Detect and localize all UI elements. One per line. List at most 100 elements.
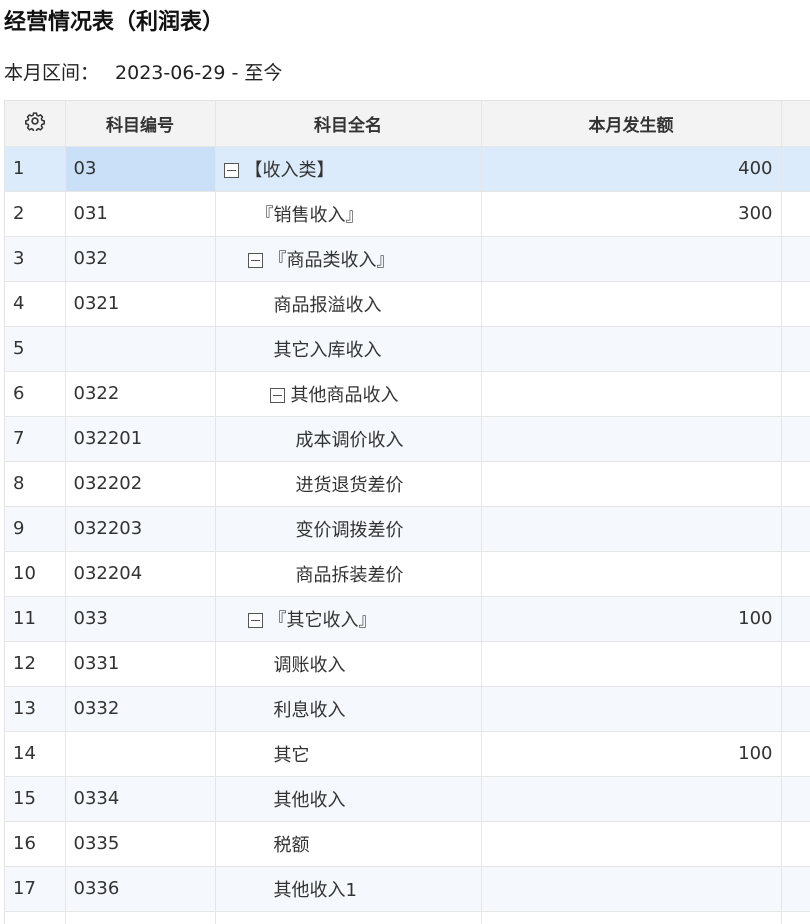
account-name-cell[interactable]: 『其它收入』 [215,596,482,642]
extra-cell[interactable] [781,416,810,462]
extra-cell[interactable] [781,551,810,597]
extra-cell[interactable] [781,371,810,417]
extra-cell[interactable] [781,821,810,867]
amount-cell[interactable]: 400 [481,146,782,192]
table-row[interactable]: 16 0335 税额 [5,821,810,867]
table-row[interactable]: 13 0332 利息收入 [5,686,810,732]
extra-cell[interactable] [781,596,810,642]
account-name-cell[interactable]: 其他收入 [215,776,482,822]
amount-cell[interactable] [481,686,782,732]
account-name-cell[interactable]: 商品报溢收入 [215,281,482,327]
account-name-cell[interactable]: 『商品类收入』 [215,236,482,282]
account-name-cell[interactable]: 【收入类】 [215,146,482,192]
table-row[interactable] [5,911,810,924]
account-name-cell[interactable]: 『销售收入』 [215,191,482,237]
table-row[interactable]: 2 031 『销售收入』 300 [5,191,810,237]
account-code-cell[interactable]: 032203 [65,506,216,552]
account-name-cell[interactable]: 成本调价收入 [215,416,482,462]
extra-cell[interactable] [781,146,810,192]
amount-cell[interactable] [481,371,782,417]
table-row[interactable]: 8 032202 进货退货差价 [5,461,810,507]
collapse-icon[interactable] [223,163,239,178]
extra-cell[interactable] [781,911,810,924]
extra-cell[interactable] [781,686,810,732]
account-code-cell[interactable]: 0332 [65,686,216,732]
table-row[interactable]: 12 0331 调账收入 [5,641,810,687]
account-code-cell[interactable]: 032201 [65,416,216,462]
account-code-cell[interactable] [65,731,216,777]
settings-header[interactable] [5,101,66,147]
amount-cell[interactable] [481,866,782,912]
date-range-value[interactable]: 2023-06-29 - 至今 [115,62,282,84]
account-code-cell[interactable]: 0336 [65,866,216,912]
amount-cell[interactable] [481,551,782,597]
table-row[interactable]: 1 03 【收入类】 400 [5,146,810,192]
extra-cell[interactable] [781,191,810,237]
extra-cell[interactable] [781,326,810,372]
table-row[interactable]: 9 032203 变价调拨差价 [5,506,810,552]
amount-cell[interactable]: 100 [481,596,782,642]
amount-cell[interactable] [481,326,782,372]
account-name-cell[interactable]: 税额 [215,821,482,867]
extra-cell[interactable] [781,281,810,327]
amount-cell[interactable] [481,776,782,822]
table-row[interactable]: 15 0334 其他收入 [5,776,810,822]
account-code-cell[interactable]: 033 [65,596,216,642]
extra-cell[interactable] [781,776,810,822]
account-name-cell[interactable]: 变价调拨差价 [215,506,482,552]
extra-cell[interactable] [781,236,810,282]
collapse-icon[interactable] [247,253,263,268]
amount-cell[interactable] [481,506,782,552]
gear-icon[interactable] [24,111,45,136]
account-code-cell[interactable] [65,911,216,924]
amount-cell[interactable] [481,416,782,462]
table-row[interactable]: 5 其它入库收入 [5,326,810,372]
account-code-cell[interactable]: 0322 [65,371,216,417]
account-code-cell[interactable]: 032204 [65,551,216,597]
column-header-amount[interactable]: 本月发生额 [481,101,782,147]
collapse-icon[interactable] [269,388,285,403]
account-name-cell[interactable] [215,911,482,924]
extra-cell[interactable] [781,506,810,552]
account-name-cell[interactable]: 其它入库收入 [215,326,482,372]
account-name-cell[interactable]: 其他商品收入 [215,371,482,417]
account-code-cell[interactable] [65,326,216,372]
account-code-cell[interactable]: 0335 [65,821,216,867]
account-code-cell[interactable]: 031 [65,191,216,237]
column-header-extra[interactable] [781,101,810,147]
amount-cell[interactable] [481,911,782,924]
column-header-code[interactable]: 科目编号 [65,101,216,147]
table-row[interactable]: 17 0336 其他收入1 [5,866,810,912]
account-name-cell[interactable]: 其他收入1 [215,866,482,912]
table-row[interactable]: 4 0321 商品报溢收入 [5,281,810,327]
column-header-name[interactable]: 科目全名 [215,101,482,147]
extra-cell[interactable] [781,866,810,912]
amount-cell[interactable] [481,821,782,867]
extra-cell[interactable] [781,731,810,777]
amount-cell[interactable] [481,236,782,282]
account-code-cell[interactable]: 03 [65,146,216,192]
table-row[interactable]: 3 032 『商品类收入』 [5,236,810,282]
account-code-cell[interactable]: 0334 [65,776,216,822]
table-row[interactable]: 6 0322 其他商品收入 [5,371,810,417]
amount-cell[interactable] [481,641,782,687]
amount-cell[interactable]: 300 [481,191,782,237]
collapse-icon[interactable] [247,613,263,628]
table-row[interactable]: 10 032204 商品拆装差价 [5,551,810,597]
account-name-cell[interactable]: 商品拆装差价 [215,551,482,597]
account-name-cell[interactable]: 调账收入 [215,641,482,687]
table-row[interactable]: 14 其它 100 [5,731,810,777]
table-row[interactable]: 7 032201 成本调价收入 [5,416,810,462]
table-row[interactable]: 11 033 『其它收入』 100 [5,596,810,642]
extra-cell[interactable] [781,641,810,687]
account-code-cell[interactable]: 032 [65,236,216,282]
account-code-cell[interactable]: 0321 [65,281,216,327]
account-name-cell[interactable]: 利息收入 [215,686,482,732]
amount-cell[interactable] [481,281,782,327]
amount-cell[interactable] [481,461,782,507]
amount-cell[interactable]: 100 [481,731,782,777]
extra-cell[interactable] [781,461,810,507]
account-name-cell[interactable]: 其它 [215,731,482,777]
account-code-cell[interactable]: 0331 [65,641,216,687]
account-name-cell[interactable]: 进货退货差价 [215,461,482,507]
